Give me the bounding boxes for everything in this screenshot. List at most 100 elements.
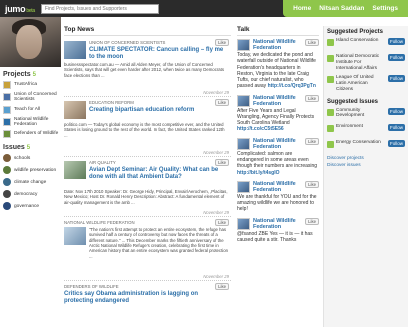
news-title[interactable]: Critics say Obama administration is lagg… — [64, 291, 229, 305]
org-avatar[interactable] — [237, 137, 250, 150]
issues-title: Issues — [3, 144, 25, 152]
issue-icon — [327, 140, 334, 148]
suggested-issues-heading: Suggested Issues — [327, 98, 379, 105]
issue-name: schools — [14, 155, 31, 161]
talk-post: Like National Wildlife Federation Compli… — [237, 137, 319, 176]
like-button[interactable]: Like — [215, 99, 229, 106]
like-button[interactable]: Like — [215, 283, 229, 290]
like-button[interactable]: Like — [305, 94, 319, 102]
news-date: November 29 — [203, 90, 229, 95]
post-text: Complicated: salmon are endangered in so… — [237, 150, 318, 170]
search-input[interactable] — [40, 3, 159, 14]
project-name: TrustAfrica — [14, 82, 38, 88]
suggested-issue: Energy Conservation Follow — [327, 139, 405, 152]
org-avatar[interactable] — [237, 39, 250, 51]
suggested-projects-heading: Suggested Projects — [327, 29, 384, 35]
projects-heading[interactable]: Projects 5 — [3, 71, 61, 78]
suggested-issue: Community Development Follow — [327, 107, 405, 120]
news-thumbnail[interactable] — [64, 101, 86, 119]
issues-heading[interactable]: Issues 5 — [3, 144, 61, 151]
talk-heading: Talk — [237, 26, 319, 36]
like-button[interactable]: Like — [215, 219, 229, 226]
profile-avatar[interactable] — [0, 17, 61, 67]
project-item[interactable]: Union of Concerned Scientists — [3, 92, 61, 103]
news-title[interactable]: CLIMATE SPECTATOR: Cancun calling – fly … — [89, 47, 229, 61]
issue-name: governance — [14, 203, 40, 209]
news-body: Date: Nov 17th 2010 Speaker: Dr. George … — [64, 189, 228, 205]
news-title[interactable]: Avian Dept Seminar: Air Quality: What ca… — [89, 167, 229, 181]
issue-item[interactable]: democracy — [3, 190, 61, 199]
climate-icon — [3, 178, 11, 187]
discover-projects-link[interactable]: Discover projects — [327, 156, 405, 161]
news-date: November 29 — [203, 150, 229, 155]
talk-column: Talk Like National Wildlife Federation T… — [237, 26, 319, 327]
project-name: National Wildlife Federation — [14, 116, 49, 127]
news-body: politico.com — Today's global economy is… — [64, 122, 225, 138]
org-avatar[interactable] — [237, 217, 250, 230]
news-category[interactable]: EDUCATION REFORM — [89, 100, 134, 105]
news-thumbnail[interactable] — [64, 41, 86, 59]
nav-user[interactable]: Nitsan Saddan — [319, 5, 364, 12]
news-date: November 29 — [203, 274, 229, 279]
like-button[interactable]: Like — [305, 137, 319, 145]
follow-button[interactable]: Follow — [387, 38, 405, 45]
project-item[interactable]: Defenders of Wildlife — [3, 130, 61, 139]
suggested-issue: Environment Follow — [327, 123, 405, 136]
news-category[interactable]: UNION OF CONCERNED SCIENTISTS — [89, 40, 165, 45]
news-category[interactable]: DEFENDERS OF WILDLIFE — [64, 284, 119, 289]
news-item: DEFENDERS OF WILDLIFE Like Critics say O… — [64, 283, 231, 313]
issue-name: democracy — [14, 191, 38, 197]
news-date: November 29 — [203, 210, 229, 215]
issue-item[interactable]: climate change — [3, 178, 61, 187]
nav-settings[interactable]: Settings — [372, 5, 398, 12]
democracy-icon — [3, 190, 11, 199]
left-sidebar: Projects 5 TrustAfrica Union of Concerned… — [0, 17, 61, 327]
follow-button[interactable]: Follow — [387, 75, 405, 83]
discover-issues-link[interactable]: Discover issues — [327, 163, 405, 168]
suggested-project: Island Conservation Follow — [327, 38, 405, 50]
project-thumb-icon — [3, 117, 11, 126]
news-title[interactable]: Creating bipartisan education reform — [89, 107, 229, 114]
follow-button[interactable]: Follow — [387, 107, 405, 115]
news-thumbnail[interactable] — [64, 161, 86, 179]
project-thumb-icon — [3, 130, 11, 139]
news-category[interactable]: NATIONAL WILDLIFE FEDERATION — [64, 220, 135, 225]
project-item[interactable]: Teach for All — [3, 105, 61, 114]
follow-button[interactable]: Follow — [387, 54, 405, 61]
post-text: After Five Years and Legal Wrangling, Ag… — [237, 107, 315, 127]
follow-button[interactable]: Follow — [387, 123, 405, 131]
projects-count: 5 — [32, 72, 36, 78]
news-category[interactable]: AIR QUALITY — [89, 160, 116, 165]
nav-home[interactable]: Home — [293, 5, 311, 12]
like-button[interactable]: Like — [305, 180, 319, 188]
top-nav: Home Nitsan Saddan Settings — [283, 0, 408, 17]
issue-item[interactable]: governance — [3, 202, 61, 211]
news-body: businessspectator.com.au — Amid all Alde… — [64, 62, 225, 78]
top-news-heading: Top News — [64, 26, 231, 36]
project-icon — [327, 76, 334, 84]
issue-item[interactable]: schools — [3, 154, 61, 163]
issue-item[interactable]: wildlife preservation — [3, 166, 61, 175]
project-name: Teach for All — [14, 106, 41, 112]
wildlife-icon — [3, 166, 11, 175]
org-avatar[interactable] — [237, 94, 250, 107]
logo-text: jumo — [5, 3, 26, 14]
follow-button[interactable]: Follow — [387, 139, 405, 147]
post-text: We are thankful for YOU and for the amaz… — [237, 193, 317, 213]
avatar-face — [16, 25, 42, 59]
like-button[interactable]: Like — [215, 159, 229, 166]
post-link[interactable]: http://bit.ly/t4sgIO — [237, 170, 280, 176]
post-link[interactable]: http://t.co/Qrq3PgTn — [268, 83, 316, 89]
like-button[interactable]: Like — [305, 39, 319, 46]
issue-icon — [327, 124, 334, 132]
news-thumbnail[interactable] — [64, 227, 86, 245]
like-button[interactable]: Like — [305, 217, 319, 225]
top-news-column: Top News UNION OF CONCERNED SCIENTISTS L… — [64, 26, 231, 327]
like-button[interactable]: Like — [215, 39, 229, 46]
post-link[interactable]: http://t.co/cC5t5E56 — [237, 126, 284, 132]
news-body: "The nation's first attempt to protect a… — [89, 227, 229, 259]
jumo-logo[interactable]: jumobeta — [5, 4, 35, 14]
project-item[interactable]: TrustAfrica — [3, 81, 61, 89]
org-avatar[interactable] — [237, 180, 250, 193]
project-item[interactable]: National Wildlife Federation — [3, 117, 61, 128]
